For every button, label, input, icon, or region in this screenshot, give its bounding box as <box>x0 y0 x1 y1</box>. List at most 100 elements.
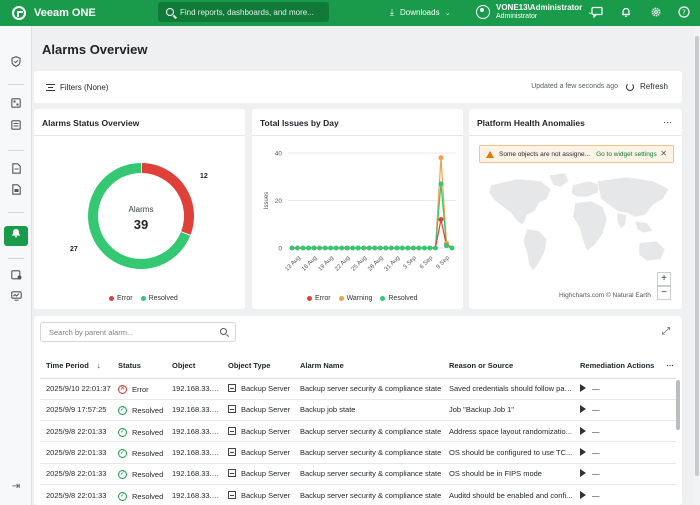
refresh-button[interactable]: Refresh <box>625 82 668 91</box>
data-point-resolved[interactable] <box>344 245 350 251</box>
table-row[interactable]: 2025/9/9 17:57:25 ✓ Resolved 192.168.33.199… <box>40 399 676 422</box>
map-zoom-in-button[interactable]: + <box>657 272 671 286</box>
play-icon[interactable] <box>580 426 586 435</box>
play-icon[interactable] <box>580 384 586 393</box>
column-header-status[interactable]: Status <box>112 354 166 379</box>
play-icon[interactable] <box>580 469 586 478</box>
column-header-alarm-name[interactable]: Alarm Name <box>294 354 443 379</box>
play-icon[interactable] <box>580 490 586 499</box>
table-row[interactable]: 2025/9/8 22:01:33 ✓ Resolved 192.168.33.199… <box>40 420 676 443</box>
data-point-resolved[interactable] <box>449 245 455 251</box>
data-point-resolved[interactable] <box>350 245 356 251</box>
data-point-resolved[interactable] <box>432 245 438 251</box>
chat-icon[interactable] <box>590 6 604 20</box>
data-point-resolved[interactable] <box>372 245 378 251</box>
legend-item-resolved[interactable]: Resolved <box>380 295 418 302</box>
data-point-resolved[interactable] <box>427 245 433 251</box>
downloads-menu[interactable]: ⤓ Downloads ⌄ <box>390 7 450 18</box>
data-point-resolved[interactable] <box>355 245 361 251</box>
cell-object-type: Backup Server <box>222 484 294 505</box>
data-point-resolved[interactable] <box>399 245 405 251</box>
data-point-resolved[interactable] <box>361 245 367 251</box>
play-icon[interactable] <box>580 448 586 457</box>
table-search[interactable] <box>40 322 236 342</box>
column-header-remediation[interactable]: Remediation Actions ··· <box>574 354 676 379</box>
bell-icon[interactable] <box>4 226 28 246</box>
column-header-reason[interactable]: Reason or Source <box>443 354 574 379</box>
app-logo[interactable]: Veeam ONE <box>12 6 152 20</box>
object-type-label: Backup Server <box>241 405 291 415</box>
data-point-resolved[interactable] <box>289 245 295 251</box>
cell-alarm-name: Backup server security & compliance stat… <box>294 484 443 505</box>
legend-item-resolved[interactable]: Resolved <box>140 295 178 302</box>
table-header-row: Time Period ↓ Status Object Object Type … <box>40 354 676 379</box>
data-point-resolved[interactable] <box>295 245 301 251</box>
report-icon[interactable] <box>8 163 24 179</box>
monitor-icon[interactable] <box>8 291 24 307</box>
global-search-input[interactable] <box>180 7 325 17</box>
help-icon[interactable]: ? <box>677 6 691 20</box>
widget-more-menu[interactable]: ··· <box>663 117 672 127</box>
table-row[interactable]: 2025/9/10 22:01:37 ✕ Error 192.168.33.199 Ba… <box>40 378 676 400</box>
y-tick-label: 0 <box>278 246 282 253</box>
table-scrollbar[interactable] <box>676 380 680 430</box>
alarm-settings-icon[interactable] <box>8 270 24 286</box>
sort-arrow-icon[interactable]: ↓ <box>97 361 101 370</box>
data-point-resolved[interactable] <box>438 181 444 187</box>
legend-item-error[interactable]: Error <box>109 295 133 302</box>
legend-item-error[interactable]: Error <box>307 295 331 302</box>
table-search-input[interactable] <box>49 327 219 337</box>
data-point-resolved[interactable] <box>410 245 416 251</box>
filters-button[interactable]: Filters (None) <box>60 83 108 92</box>
data-point-resolved[interactable] <box>394 245 400 251</box>
shield-icon[interactable] <box>8 56 24 72</box>
table-row[interactable]: 2025/9/8 22:01:33 ✓ Resolved 192.168.33.199… <box>40 463 676 485</box>
filter-icon[interactable] <box>46 83 55 91</box>
data-point-resolved[interactable] <box>317 245 323 251</box>
data-point-resolved[interactable] <box>421 245 427 251</box>
data-point-resolved[interactable] <box>377 245 383 251</box>
table-row[interactable]: 2025/9/8 22:01:33 ✓ Resolved 192.168.33.199… <box>40 441 676 464</box>
data-point-resolved[interactable] <box>416 245 422 251</box>
legend-item-warning[interactable]: Warning <box>338 295 372 302</box>
global-search[interactable] <box>158 2 329 22</box>
data-point-resolved[interactable] <box>306 245 312 251</box>
data-point-resolved[interactable] <box>300 245 306 251</box>
data-point-resolved[interactable] <box>388 245 394 251</box>
column-header-object-type[interactable]: Object Type <box>222 354 294 379</box>
data-point-resolved[interactable] <box>328 245 334 251</box>
map-greenland <box>548 172 570 188</box>
page-scrollbar[interactable] <box>694 26 700 505</box>
collapse-icon[interactable]: ⇥ <box>8 479 24 495</box>
data-point-error[interactable] <box>438 217 444 222</box>
column-menu-icon[interactable]: ··· <box>667 361 675 370</box>
world-map[interactable] <box>477 171 673 281</box>
gear-icon[interactable] <box>649 6 663 20</box>
column-header-time-period[interactable]: Time Period ↓ <box>40 354 112 379</box>
widget-settings-link[interactable]: Go to widget settings <box>596 151 657 158</box>
data-point-warning[interactable] <box>438 155 444 161</box>
data-point-resolved[interactable] <box>311 245 317 251</box>
data-point-resolved[interactable] <box>383 245 389 251</box>
user-menu[interactable]: VONE13\Administrator Administrator ⌄ <box>476 3 593 21</box>
y-tick-label: 40 <box>275 151 283 158</box>
data-point-resolved[interactable] <box>339 245 345 251</box>
data-point-resolved[interactable] <box>443 243 449 249</box>
widget-divider <box>34 135 245 136</box>
report-alt-icon[interactable] <box>8 184 24 200</box>
play-icon[interactable] <box>580 405 586 414</box>
column-header-object[interactable]: Object <box>166 354 222 379</box>
close-icon[interactable]: ✕ <box>660 149 667 158</box>
data-point-resolved[interactable] <box>405 245 411 251</box>
map-zoom-out-button[interactable]: − <box>657 286 671 300</box>
document-icon[interactable] <box>8 120 24 136</box>
table-row[interactable]: 2025/9/8 22:01:33 ✓ Resolved 192.168.33.199… <box>40 484 676 505</box>
map-credits: Highcharts.com © Natural Earth <box>559 292 651 299</box>
data-point-resolved[interactable] <box>366 245 372 251</box>
data-point-resolved[interactable] <box>322 245 328 251</box>
data-point-resolved[interactable] <box>333 245 339 251</box>
notification-bell-icon[interactable] <box>619 6 633 20</box>
grid-icon[interactable] <box>8 98 24 114</box>
expand-icon[interactable]: ⤢ <box>662 326 670 337</box>
page-scroll-thumb[interactable] <box>695 36 699 476</box>
